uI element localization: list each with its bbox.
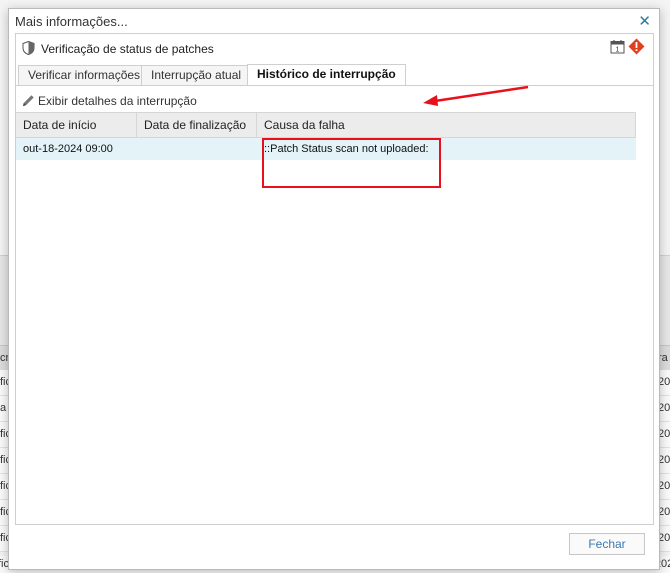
calendar-icon[interactable]: 1 — [610, 39, 625, 54]
panel-title: Verificação de status de patches — [41, 42, 214, 56]
close-button[interactable]: Fechar — [569, 533, 645, 555]
cell-failure-cause: ::Patch Status scan not uploaded: — [264, 143, 429, 155]
column-header-failure-cause[interactable]: Causa da falha — [257, 113, 636, 137]
tab-historico-de-interrupcao[interactable]: Histórico de interrupção — [247, 64, 406, 85]
table-row[interactable]: out-18-2024 09:00 ::Patch Status scan no… — [16, 138, 636, 160]
column-header-end-date[interactable]: Data de finalização — [137, 113, 257, 137]
cell-start-date: out-18-2024 09:00 — [23, 143, 113, 155]
svg-text:1: 1 — [616, 47, 620, 54]
show-details-label: Exibir detalhes da interrupção — [38, 94, 197, 108]
close-icon[interactable]: ✕ — [638, 12, 651, 30]
shield-icon — [22, 41, 35, 55]
tab-bar: Verificar informações Interrupção atual … — [16, 62, 653, 86]
tab-verificar-informacoes[interactable]: Verificar informações — [18, 65, 151, 85]
more-info-dialog: Mais informações... ✕ Verificação de sta… — [8, 8, 660, 570]
warning-icon — [628, 38, 645, 55]
panel-header: Verificação de status de patches 1 — [16, 34, 653, 62]
tab-interrupcao-atual[interactable]: Interrupção atual — [141, 65, 252, 85]
interruption-history-table: Data de início Data de finalização Causa… — [16, 112, 636, 160]
annotation-arrow — [423, 85, 529, 106]
column-header-start-date[interactable]: Data de início — [16, 113, 137, 137]
table-header: Data de início Data de finalização Causa… — [16, 112, 636, 138]
show-details-button[interactable]: Exibir detalhes da interrupção — [22, 94, 197, 108]
patch-status-panel: Verificação de status de patches 1 Verif… — [15, 33, 654, 525]
cell-end-date — [137, 138, 257, 160]
dialog-title: Mais informações... — [15, 14, 128, 29]
pencil-icon — [23, 95, 34, 106]
